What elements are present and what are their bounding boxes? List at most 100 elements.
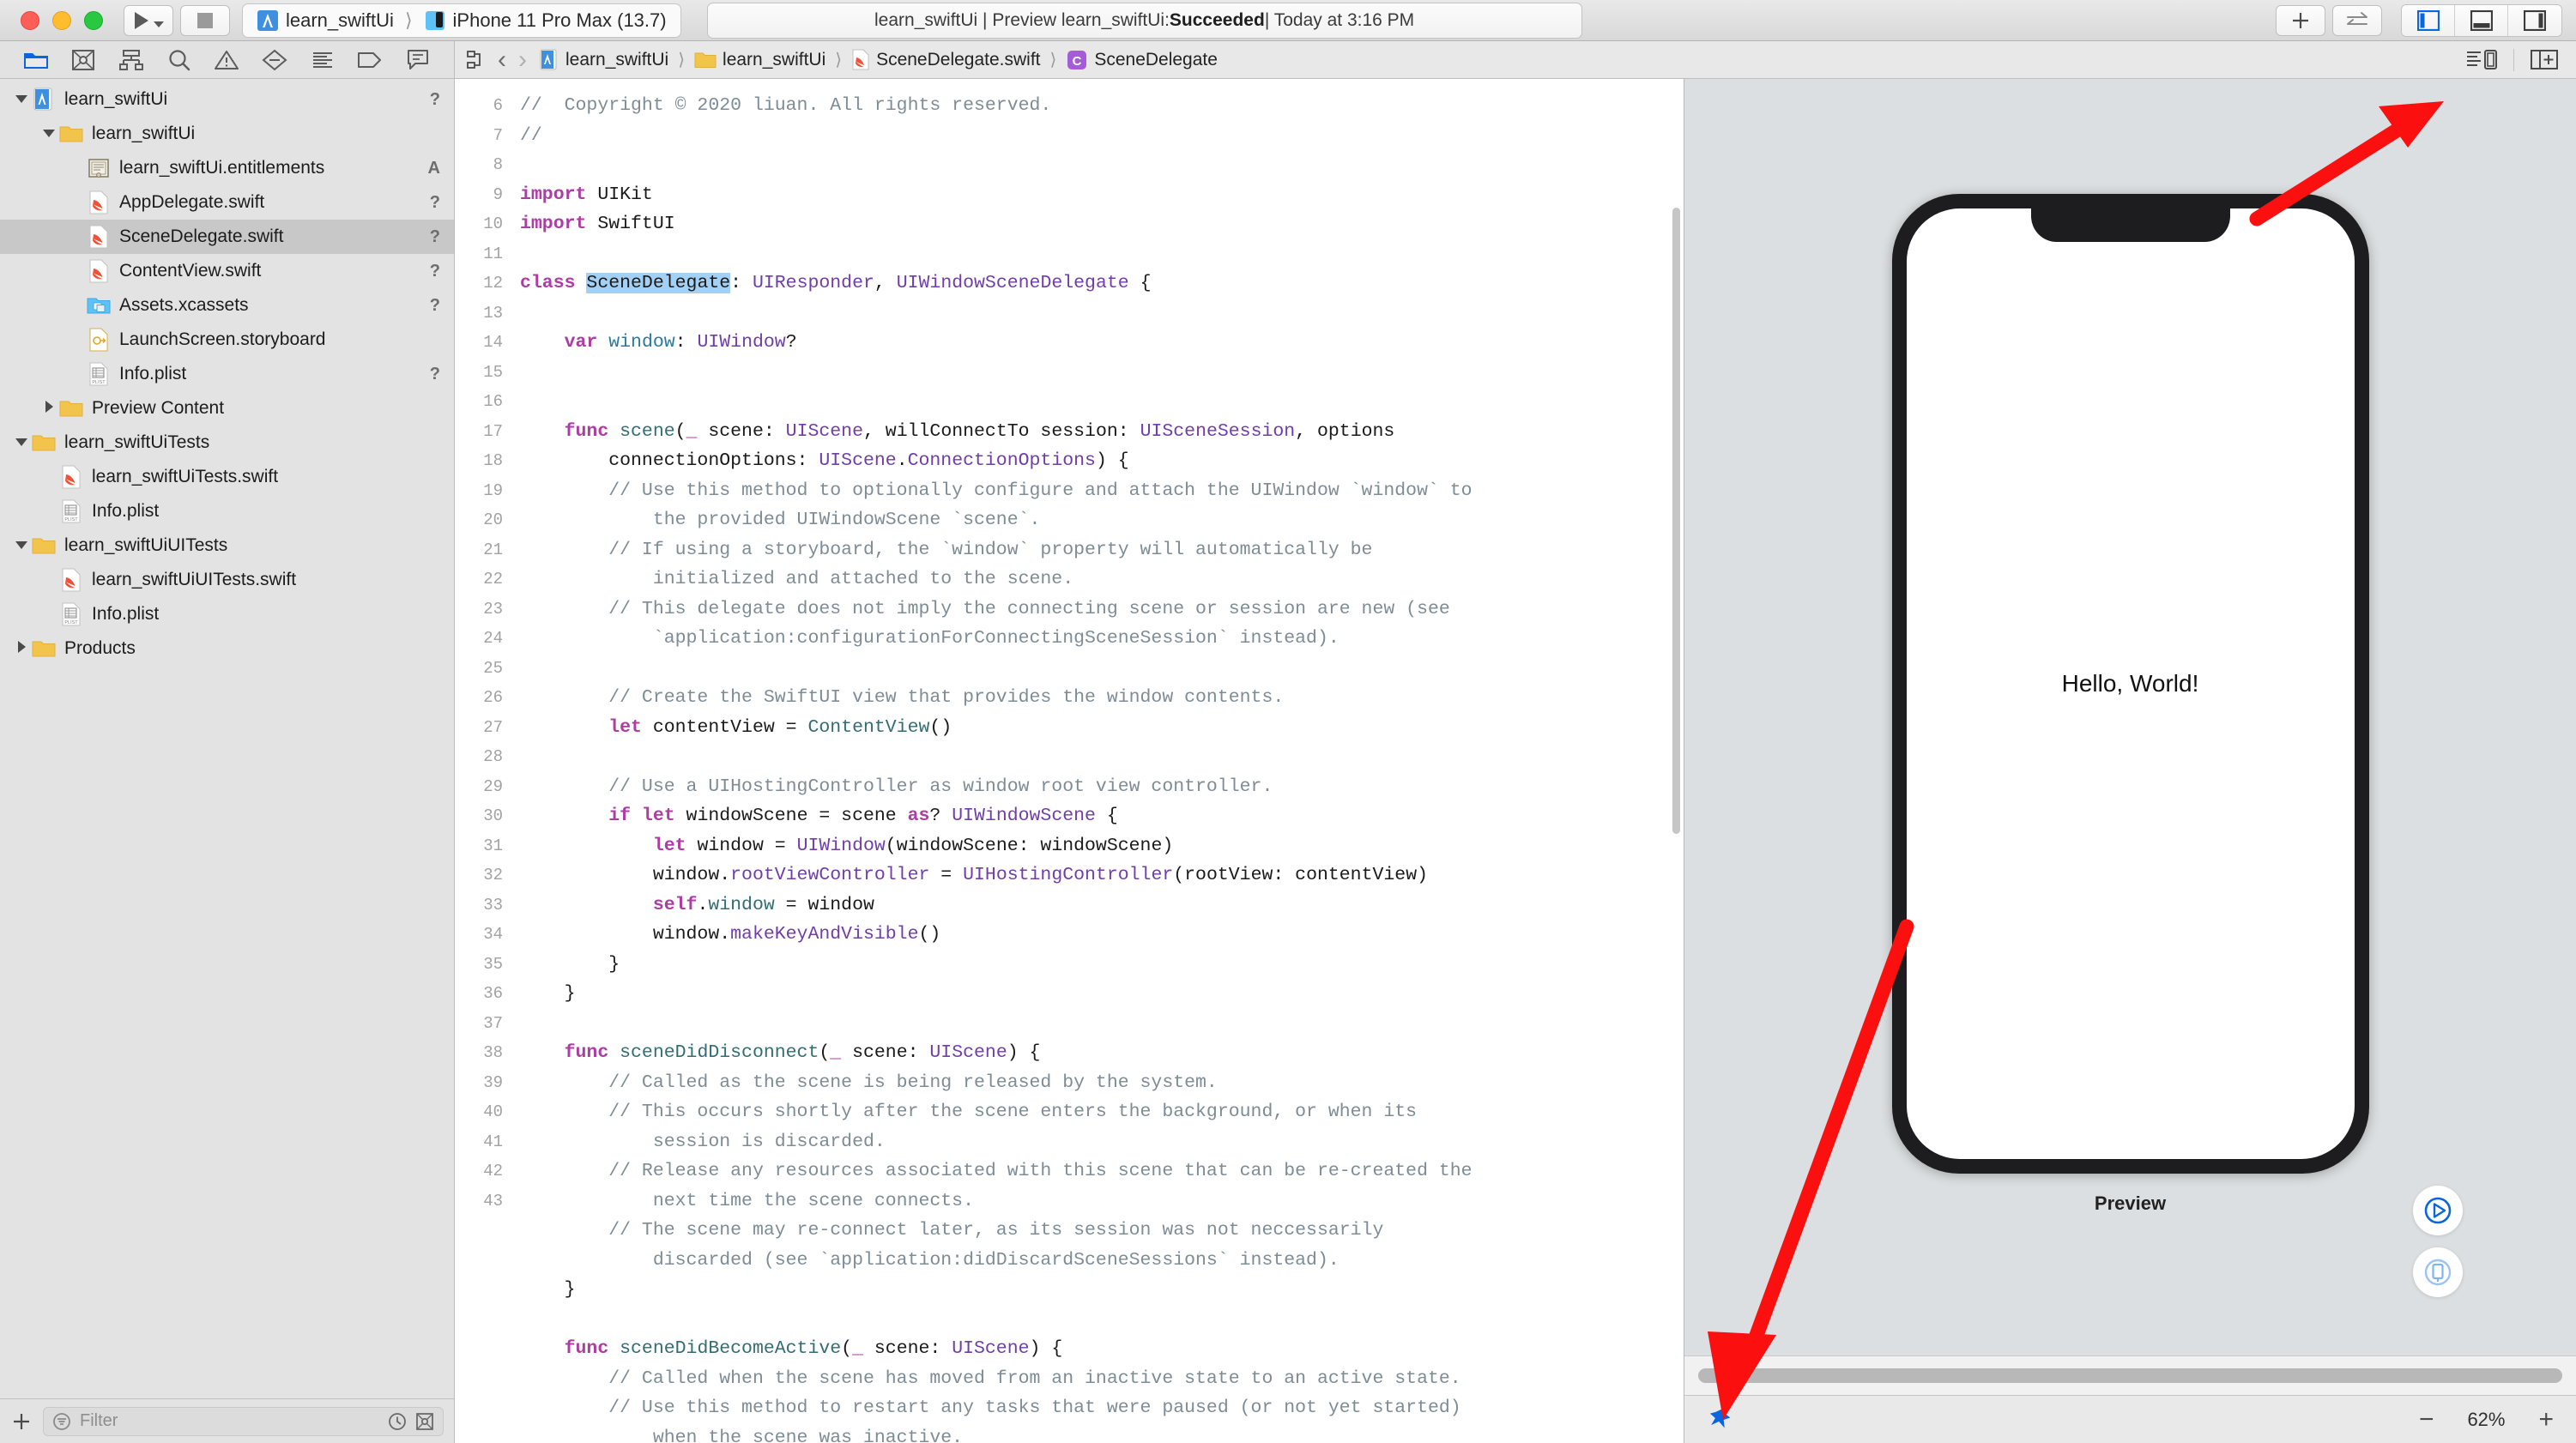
related-items-icon[interactable] xyxy=(467,49,486,71)
code-line[interactable] xyxy=(520,358,1684,388)
nav-forward-button[interactable]: › xyxy=(518,45,527,75)
navigator-tab-source-control[interactable] xyxy=(66,46,100,74)
code-line[interactable]: discarded (see `application:didDiscardSc… xyxy=(520,1246,1684,1276)
code-line[interactable]: let contentView = ContentView() xyxy=(520,713,1684,743)
navigator-tab-symbol[interactable] xyxy=(114,46,148,74)
file-tree-row[interactable]: LaunchScreen.storyboard xyxy=(0,323,454,357)
code-line[interactable]: // Copyright © 2020 liuan. All rights re… xyxy=(520,91,1684,121)
navigator-tab-issue[interactable] xyxy=(209,46,244,74)
code-line[interactable] xyxy=(520,654,1684,684)
code-line[interactable]: // Release any resources associated with… xyxy=(520,1156,1684,1186)
run-button[interactable] xyxy=(124,4,173,36)
pin-icon[interactable] xyxy=(1707,1406,1732,1434)
code-line[interactable]: } xyxy=(520,1275,1684,1305)
breadcrumb-item-2[interactable]: SceneDelegate.swift xyxy=(876,50,1040,70)
code-line[interactable]: func scene(_ scene: UIScene, willConnect… xyxy=(520,417,1684,447)
add-button[interactable] xyxy=(2276,4,2325,36)
file-tree-row[interactable]: ContentView.swift? xyxy=(0,254,454,288)
zoom-button[interactable] xyxy=(84,10,103,30)
filter-input[interactable]: Filter xyxy=(43,1406,444,1436)
nav-back-button[interactable]: ‹ xyxy=(498,45,506,75)
navigator-tab-report[interactable] xyxy=(401,46,435,74)
code-line[interactable] xyxy=(520,299,1684,329)
code-line[interactable]: // The scene may re-connect later, as it… xyxy=(520,1216,1684,1246)
breadcrumb-item-3[interactable]: SceneDelegate xyxy=(1094,50,1218,70)
toggle-editor-button[interactable] xyxy=(2332,4,2382,36)
code-line[interactable]: if let windowScene = scene as? UIWindowS… xyxy=(520,801,1684,831)
inspector-pane-toggle[interactable] xyxy=(2508,4,2561,36)
code-line[interactable]: initialized and attached to the scene. xyxy=(520,565,1684,595)
code-line[interactable]: class SceneDelegate: UIResponder, UIWind… xyxy=(520,269,1684,299)
file-tree-row[interactable]: learn_swiftUi xyxy=(0,117,454,151)
add-editor-icon[interactable] xyxy=(2530,49,2559,71)
navigator-tab-project[interactable] xyxy=(19,46,53,74)
code-line[interactable]: // This delegate does not imply the conn… xyxy=(520,595,1684,625)
code-line[interactable]: // Use a UIHostingController as window r… xyxy=(520,772,1684,802)
clock-icon[interactable] xyxy=(388,1412,407,1431)
navigator-tab-find[interactable] xyxy=(162,46,197,74)
code-line[interactable] xyxy=(520,150,1684,180)
activity-status-bar[interactable]: learn_swiftUi | Preview learn_swiftUi: S… xyxy=(706,2,1582,39)
editor-vertical-scrollbar[interactable] xyxy=(1672,208,1680,834)
code-line[interactable] xyxy=(520,239,1684,269)
code-line[interactable]: `application:configurationForConnectingS… xyxy=(520,624,1684,654)
navigator-pane-toggle[interactable] xyxy=(2402,4,2455,36)
disclosure-triangle[interactable] xyxy=(39,400,58,417)
file-tree-row[interactable]: PLIST Info.plist xyxy=(0,494,454,528)
source-control-icon[interactable] xyxy=(415,1412,434,1431)
close-button[interactable] xyxy=(21,10,39,30)
add-file-button[interactable] xyxy=(10,1410,33,1433)
file-tree-row[interactable]: learn_swiftUiTests xyxy=(0,426,454,460)
disclosure-triangle[interactable] xyxy=(12,539,31,553)
code-line[interactable]: func sceneDidDisconnect(_ scene: UIScene… xyxy=(520,1038,1684,1068)
code-line[interactable]: self.window = window xyxy=(520,891,1684,921)
file-tree-row[interactable]: learn_swiftUiUITests xyxy=(0,528,454,563)
scheme-selector[interactable]: learn_swiftUi ⟩ iPhone 11 Pro Max (13.7) xyxy=(242,3,681,38)
code-line[interactable]: // xyxy=(520,121,1684,151)
code-line[interactable]: when the scene was inactive. xyxy=(520,1423,1684,1443)
file-tree-row[interactable]: Preview Content xyxy=(0,391,454,426)
live-preview-button[interactable] xyxy=(2413,1186,2463,1235)
breadcrumb-item-0[interactable]: learn_swiftUi xyxy=(565,50,668,70)
code-line[interactable]: import UIKit xyxy=(520,180,1684,210)
file-tree-row[interactable]: learn_swiftUiTests.swift xyxy=(0,460,454,494)
code-line[interactable] xyxy=(520,1305,1684,1335)
code-text[interactable]: // Copyright © 2020 liuan. All rights re… xyxy=(515,79,1684,1443)
code-line[interactable]: let window = UIWindow(windowScene: windo… xyxy=(520,831,1684,861)
file-tree-row[interactable]: learn_swiftUi? xyxy=(0,82,454,117)
disclosure-triangle[interactable] xyxy=(39,127,58,142)
code-line[interactable]: // This occurs shortly after the scene e… xyxy=(520,1097,1684,1127)
file-tree-row[interactable]: AppDelegate.swift? xyxy=(0,185,454,220)
file-tree-row[interactable]: PLIST Info.plist xyxy=(0,597,454,631)
file-tree[interactable]: learn_swiftUi? learn_swiftUi learn_swiftUi… xyxy=(0,79,454,1398)
file-tree-row[interactable]: Products xyxy=(0,631,454,666)
code-line[interactable]: } xyxy=(520,950,1684,980)
zoom-out-button[interactable]: − xyxy=(2419,1405,2434,1434)
code-line[interactable]: func sceneDidBecomeActive(_ scene: UISce… xyxy=(520,1334,1684,1364)
code-line[interactable]: // Use this method to restart any tasks … xyxy=(520,1393,1684,1423)
code-line[interactable]: // Called as the scene is being released… xyxy=(520,1068,1684,1098)
device-screen[interactable]: Hello, World! xyxy=(1906,208,2355,1159)
disclosure-triangle[interactable] xyxy=(12,436,31,450)
code-line[interactable]: // Use this method to optionally configu… xyxy=(520,476,1684,506)
code-line[interactable] xyxy=(520,742,1684,772)
code-line[interactable]: window.rootViewController = UIHostingCon… xyxy=(520,860,1684,891)
code-line[interactable] xyxy=(520,387,1684,417)
disclosure-triangle[interactable] xyxy=(12,93,31,107)
minimize-button[interactable] xyxy=(52,10,71,30)
debug-pane-toggle[interactable] xyxy=(2455,4,2508,36)
navigator-tab-test[interactable] xyxy=(257,46,292,74)
file-tree-row[interactable]: learn_swiftUi.entitlements A xyxy=(0,151,454,185)
navigator-tab-debug[interactable] xyxy=(305,46,340,74)
code-line[interactable]: import SwiftUI xyxy=(520,209,1684,239)
code-line[interactable]: window.makeKeyAndVisible() xyxy=(520,920,1684,950)
disclosure-triangle[interactable] xyxy=(12,640,31,657)
source-editor[interactable]: 6 7 8 9 10 11 12 13 14 15 16 17 18 19 20 21 22 23 24 25 26 27… xyxy=(455,79,1684,1443)
code-line[interactable] xyxy=(520,1009,1684,1039)
code-line[interactable]: } xyxy=(520,979,1684,1009)
file-tree-row[interactable]: PLIST Info.plist? xyxy=(0,357,454,391)
stop-button[interactable] xyxy=(180,4,230,36)
zoom-in-button[interactable]: + xyxy=(2538,1405,2554,1434)
navigator-tab-breakpoint[interactable] xyxy=(353,46,387,74)
minimap-icon[interactable] xyxy=(2465,49,2498,71)
